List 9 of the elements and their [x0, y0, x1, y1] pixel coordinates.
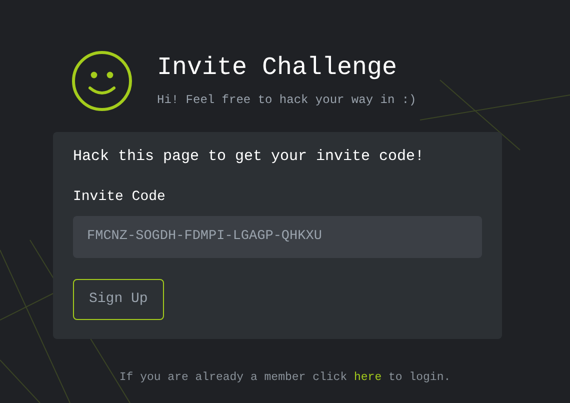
card-heading: Hack this page to get your invite code! [73, 147, 426, 167]
login-link[interactable]: here [354, 370, 382, 384]
subtitle: Hi! Feel free to hack your way in :) [157, 92, 416, 109]
login-prompt: If you are already a member click here to login. [118, 370, 452, 386]
input-field[interactable]: FMCNZ-SOGDH-FDMPI-LGAGP-QHKXU [73, 216, 482, 258]
sign-up-button[interactable]: Sign Up [73, 278, 164, 320]
field-label: Invite Code [73, 188, 166, 206]
smiley-icon [71, 50, 133, 112]
page-title: Invite Challenge [157, 53, 398, 83]
